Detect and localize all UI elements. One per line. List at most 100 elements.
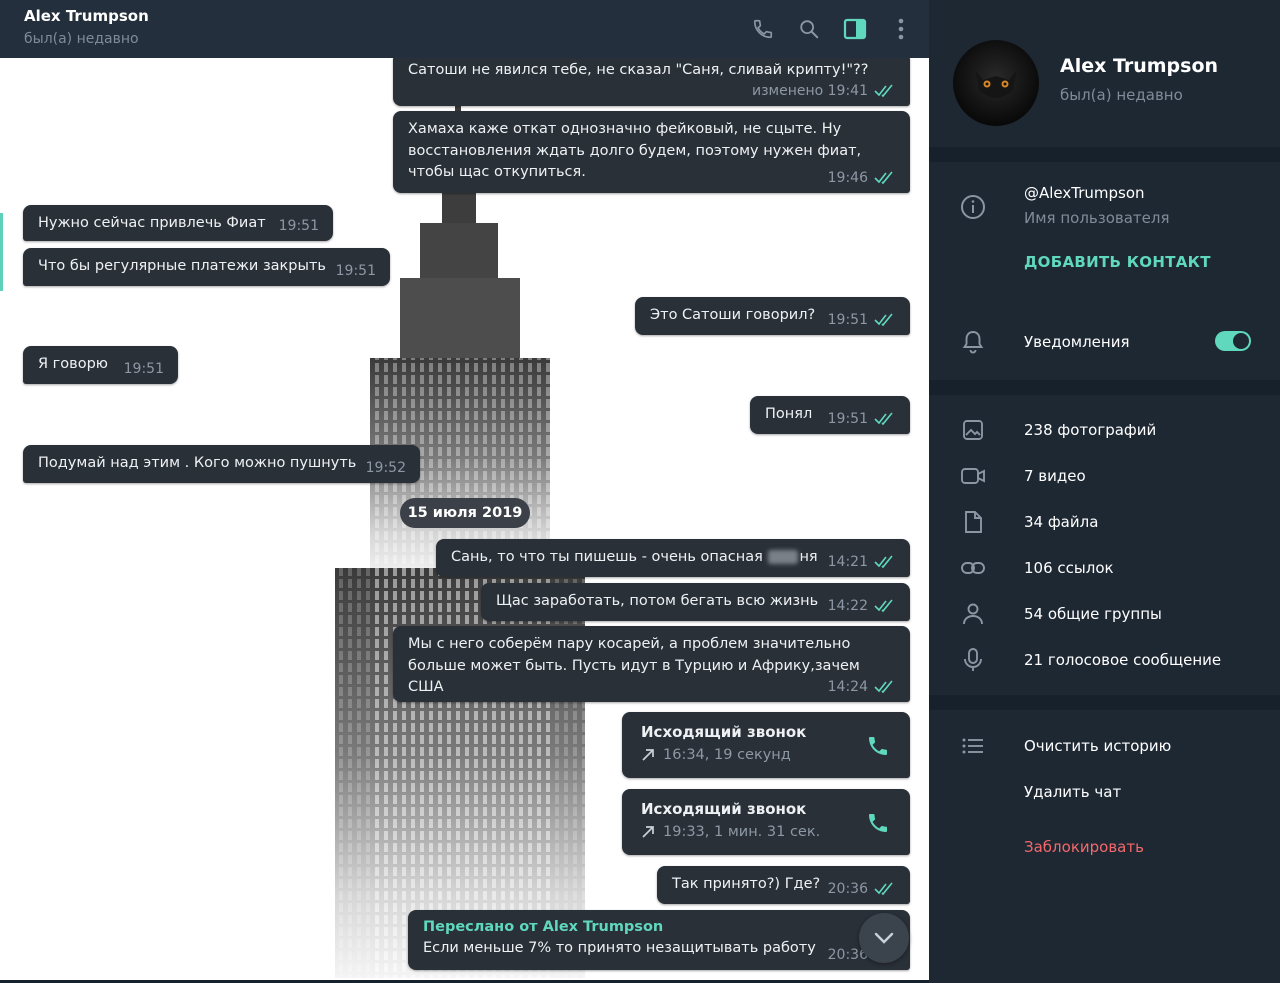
message-bubble[interactable]: Сань, то что ты пишешь - очень опасная н… [436,539,910,577]
more-vertical-icon [898,18,904,40]
profile-panel: Alex Trumpson был(а) недавно @AlexTrumps… [929,0,1280,983]
double-check-icon [874,313,893,327]
media-row-links[interactable]: 106 ссылок [929,548,1280,588]
message-time: 14:22 [827,597,868,614]
message-bubble[interactable]: Это Сатоши говорил? 19:51 [635,297,910,335]
chat-header: Alex Trumpson был(а) недавно [0,0,929,58]
message-time: 19:51 [827,311,868,328]
message-text: Если меньше 7% то принято незащитывать р… [423,940,816,956]
message-time: 19:46 [827,169,868,186]
message-bubble[interactable]: Хамаха каже откат однозначно фейковый, н… [393,111,910,193]
message-text: Хамаха каже откат однозначно фейковый, н… [408,121,862,180]
date-divider: 15 июля 2019 [400,498,530,528]
media-label: 21 голосовое сообщение [1024,651,1222,669]
media-row-voice[interactable]: 21 голосовое сообщение [929,640,1280,680]
delete-chat-button[interactable]: Удалить чат [929,772,1280,812]
media-row-files[interactable]: 34 файла [929,502,1280,542]
call-message[interactable]: Исходящий звонок 19:33, 1 мин. 31 сек. [622,789,910,855]
background-wallpaper [335,98,585,978]
forwarded-message[interactable]: Переслано от Alex Trumpson Если меньше 7… [408,910,910,970]
chat-history[interactable]: Сатоши не явился тебе, не сказал "Саня, … [0,58,929,980]
message-time: 14:24 [827,678,868,695]
message-time: 14:21 [827,553,868,570]
double-check-icon [874,412,893,426]
notifications-toggle[interactable] [1215,331,1251,351]
message-bubble[interactable]: Понял 19:51 [750,396,910,434]
profile-header: Alex Trumpson был(а) недавно [929,0,1280,147]
message-time: 19:52 [365,459,406,476]
microphone-icon [964,648,982,671]
message-text: Сатоши не явился тебе, не сказал "Саня, … [408,62,869,78]
message-text: Мы с него соберём пару косарей, а пробле… [408,636,860,695]
message-text: Нужно сейчас привлечь Фиат [38,215,266,231]
clear-history-label: Очистить историю [1024,737,1172,755]
media-label: 7 видео [1024,467,1086,485]
call-title: Исходящий звонок [641,800,807,818]
search-button[interactable] [795,15,823,43]
double-check-icon [874,555,893,569]
message-bubble[interactable]: Мы с него соберём пару косарей, а пробле… [393,626,910,702]
message-bubble[interactable]: Я говорю 19:51 [23,346,178,384]
double-check-icon [874,171,893,185]
double-check-icon [874,599,893,613]
username[interactable]: @AlexTrumpson [1024,184,1145,202]
media-row-groups[interactable]: 54 общие группы [929,594,1280,634]
delete-chat-label: Удалить чат [1024,783,1122,801]
clear-history-button[interactable]: Очистить историю [929,726,1280,766]
toggle-sidebar-button[interactable] [841,15,869,43]
message-time: 19:51 [827,410,868,427]
selection-indicator [0,213,3,291]
scroll-to-bottom-button[interactable] [859,913,909,963]
message-bubble[interactable]: Подумай над этим . Кого можно пушнуть 19… [23,445,420,483]
phone-icon[interactable] [866,811,890,835]
media-label: 238 фотографий [1024,421,1157,439]
message-text: Что бы регулярные платежи закрыть [38,258,326,274]
phone-icon[interactable] [866,734,890,758]
block-user-button[interactable]: Заблокировать [929,827,1280,867]
list-icon [962,738,983,754]
message-time: изменено 19:41 [752,82,868,99]
message-time: 19:51 [123,360,164,377]
sidebar-icon [843,18,867,40]
message-text: Это Сатоши говорил? [650,307,816,323]
message-bubble[interactable]: Что бы регулярные платежи закрыть 19:51 [23,248,390,286]
double-check-icon [874,882,893,896]
file-icon [965,511,982,533]
media-label: 34 файла [1024,513,1099,531]
chevron-down-icon [874,932,894,944]
group-icon [963,603,983,625]
double-check-icon [874,680,893,694]
block-label: Заблокировать [1024,838,1144,856]
more-menu-button[interactable] [887,15,915,43]
media-label: 106 ссылок [1024,559,1114,577]
message-text: Я говорю [38,356,109,372]
call-message[interactable]: Исходящий звонок 16:34, 19 секунд [622,712,910,778]
media-label: 54 общие группы [1024,605,1162,623]
forwarded-from[interactable]: Переслано от Alex Trumpson [423,917,895,938]
message-bubble[interactable]: Сатоши не явился тебе, не сказал "Саня, … [393,58,910,106]
message-text-tail: ня [799,549,818,565]
profile-name: Alex Trumpson [1060,55,1219,77]
message-bubble[interactable]: Нужно сейчас привлечь Фиат 19:51 [23,205,333,241]
outgoing-arrow-icon [642,826,654,838]
message-bubble[interactable]: Щас заработать, потом бегать всю жизнь 1… [481,583,910,621]
message-time: 20:36 [827,880,868,897]
redacted-text [768,550,799,564]
add-contact-button[interactable]: ДОБАВИТЬ КОНТАКТ [1024,253,1211,271]
toggle-knob [1233,333,1249,349]
message-text: Сань, то что ты пишешь - очень опасная [451,549,763,565]
message-time: 19:51 [278,217,319,234]
link-icon [961,562,985,574]
outgoing-arrow-icon [642,749,654,761]
message-text: Так принято?) Где? [672,876,821,892]
message-text: Щас заработать, потом бегать всю жизнь [496,593,819,609]
media-row-photos[interactable]: 238 фотографий [929,410,1280,450]
message-text: Понял [765,406,813,422]
call-button[interactable] [749,15,777,43]
media-row-videos[interactable]: 7 видео [929,456,1280,496]
message-bubble[interactable]: Так принято?) Где? 20:36 [657,866,910,904]
avatar[interactable] [953,40,1039,126]
bell-icon [962,331,984,354]
call-details: 19:33, 1 мин. 31 сек. [663,824,821,840]
photo-icon [963,420,983,440]
